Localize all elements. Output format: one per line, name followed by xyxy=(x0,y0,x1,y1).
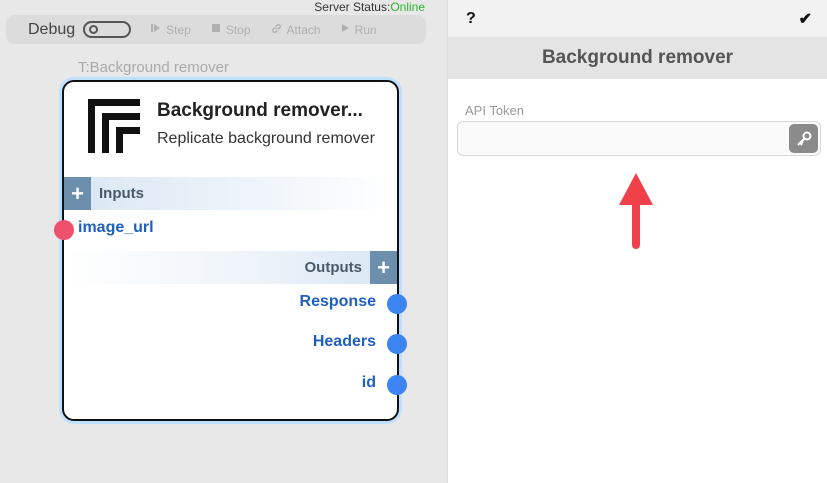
node-description: Replicate background remover xyxy=(157,130,375,147)
output-port-headers[interactable]: Headers xyxy=(313,333,376,351)
attach-label: Attach xyxy=(286,22,321,37)
inputs-section: + Inputs xyxy=(64,177,397,210)
run-button[interactable]: Run xyxy=(341,23,377,37)
input-port-dot[interactable] xyxy=(54,220,74,240)
node-card[interactable]: Background remover... Replicate backgrou… xyxy=(54,80,407,421)
output-port-response[interactable]: Response xyxy=(300,293,376,311)
server-status-label: Server Status: xyxy=(314,0,391,14)
link-icon xyxy=(271,23,282,37)
run-label: Run xyxy=(354,22,377,37)
panel-title: Background remover xyxy=(448,37,827,79)
flow-canvas[interactable]: Server Status:Online Debug Step Stop Att… xyxy=(0,0,447,483)
help-button[interactable]: ? xyxy=(466,10,476,28)
output-port-id[interactable]: id xyxy=(362,374,376,392)
replicate-logo-icon xyxy=(88,99,140,153)
outputs-label: Outputs xyxy=(304,259,363,276)
server-status: Server Status:Online xyxy=(314,0,425,14)
node-caption: T:Background remover xyxy=(78,59,229,76)
add-input-button[interactable]: + xyxy=(64,177,91,210)
server-status-value: Online xyxy=(390,0,425,14)
api-token-label: API Token xyxy=(465,103,525,118)
inputs-label: Inputs xyxy=(99,185,144,202)
step-button[interactable]: Step xyxy=(151,23,191,37)
step-label: Step xyxy=(166,22,191,37)
output-port-dot[interactable] xyxy=(387,375,407,395)
attach-button[interactable]: Attach xyxy=(271,23,321,37)
red-arrow-annotation-icon xyxy=(619,173,653,249)
debug-toolbar: Debug Step Stop Attach Run xyxy=(6,15,426,44)
output-port-dot[interactable] xyxy=(387,334,407,354)
input-port-image-url[interactable]: image_url xyxy=(78,219,154,237)
output-port-dot[interactable] xyxy=(387,294,407,314)
key-button[interactable] xyxy=(789,124,818,153)
toggle-knob xyxy=(89,25,99,34)
play-icon xyxy=(341,23,350,36)
api-token-input[interactable] xyxy=(458,122,783,155)
api-token-field xyxy=(457,121,821,156)
add-output-button[interactable]: + xyxy=(370,251,397,284)
stop-label: Stop xyxy=(225,22,251,37)
debug-label: Debug xyxy=(28,20,76,38)
stop-button[interactable]: Stop xyxy=(211,23,251,37)
step-icon xyxy=(151,23,161,36)
outputs-section: Outputs + xyxy=(64,251,397,284)
key-icon xyxy=(796,131,811,146)
stop-icon xyxy=(211,23,221,36)
debug-toggle[interactable] xyxy=(83,21,132,38)
panel-topbar: ? ✔ xyxy=(448,0,827,37)
node-title: Background remover... xyxy=(157,100,363,121)
confirm-check-icon[interactable]: ✔ xyxy=(799,9,812,29)
